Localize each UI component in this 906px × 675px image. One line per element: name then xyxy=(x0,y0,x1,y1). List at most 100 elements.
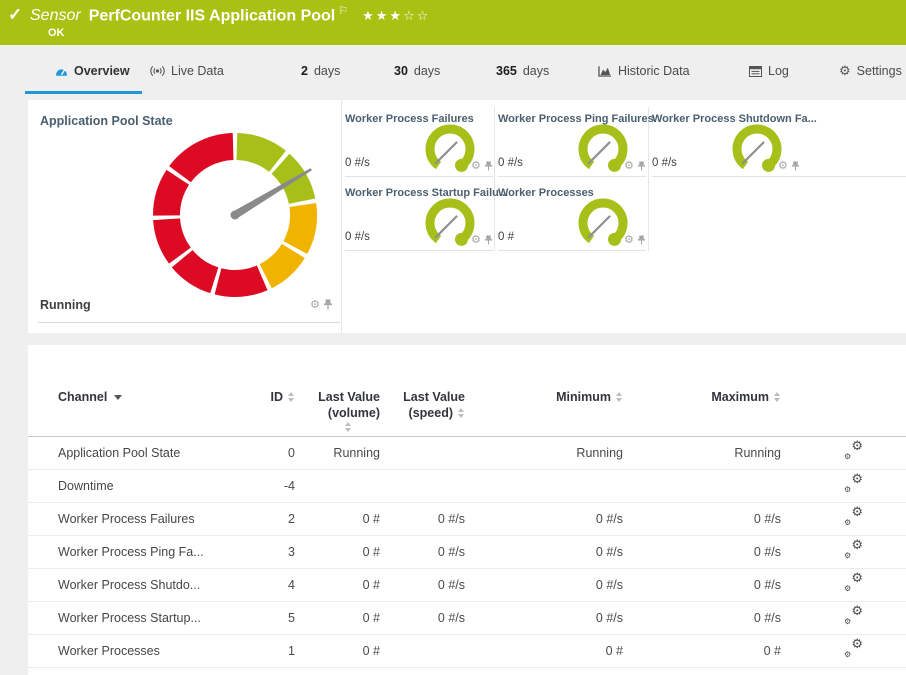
channel-id: 5 xyxy=(258,611,295,625)
priority-stars[interactable]: ★★★☆☆ xyxy=(362,9,430,24)
chart-icon xyxy=(598,65,612,77)
flag-icon[interactable]: ⚐ xyxy=(338,4,348,17)
pin-icon[interactable] xyxy=(637,235,646,245)
table-row-worker-process-startup[interactable]: Worker Process Startup...50 #0 #/s0 #/s0… xyxy=(28,602,906,635)
tab-number: 30 xyxy=(394,64,408,78)
gear-icon[interactable]: ⚙ xyxy=(471,160,481,171)
tab-number: 365 xyxy=(496,64,517,78)
channel-name[interactable]: Worker Process Shutdo... xyxy=(28,578,258,592)
gear-icon[interactable]: ⚙ xyxy=(624,234,634,245)
last-value-speed: 0 #/s xyxy=(380,611,465,625)
maximum-value: Running xyxy=(623,446,781,460)
gauge-value: 0 #/s xyxy=(498,157,523,169)
status-check-icon: ✓ xyxy=(8,5,22,25)
tab-settings[interactable]: ⚙Settings xyxy=(839,45,902,97)
divider xyxy=(648,107,649,251)
sensor-kind-label: Sensor xyxy=(30,7,81,24)
col-header-channel[interactable]: Channel xyxy=(28,345,258,436)
minimum-value: 0 #/s xyxy=(465,611,623,625)
table-row-worker-process-failures[interactable]: Worker Process Failures20 #0 #/s0 #/s0 #… xyxy=(28,503,906,536)
col-header-id[interactable]: ID xyxy=(258,345,295,436)
pin-icon[interactable] xyxy=(323,299,333,310)
minimum-value: 0 #/s xyxy=(465,512,623,526)
gauge-dial xyxy=(422,195,478,256)
col-header-last-value-volume[interactable]: Last Value (volume) xyxy=(295,345,380,436)
gear-icon[interactable]: ⚙ xyxy=(471,234,481,245)
table-row-downtime[interactable]: Downtime-4 ⚙⚙ xyxy=(28,470,906,503)
tab-live-data[interactable]: Live Data xyxy=(150,45,224,97)
pin-icon[interactable] xyxy=(637,161,646,171)
gauge-tile-worker-process-ping-failures[interactable]: Worker Process Ping Failures0 #/s⚙ xyxy=(498,107,646,177)
tab-2-days[interactable]: 2days xyxy=(301,45,340,97)
channel-settings-icon[interactable]: ⚙⚙ xyxy=(843,641,863,658)
gear-icon[interactable]: ⚙ xyxy=(310,299,320,310)
pin-icon[interactable] xyxy=(484,235,493,245)
tab-30-days[interactable]: 30days xyxy=(394,45,440,97)
maximum-value: 0 #/s xyxy=(623,611,781,625)
page-title: PerfCounter IIS Application Pool xyxy=(89,7,336,24)
last-value-speed: 0 #/s xyxy=(380,578,465,592)
gauge-dial xyxy=(575,121,631,182)
tab-log[interactable]: Log xyxy=(749,45,789,97)
main-gauge-value: Running xyxy=(40,298,91,312)
tab-number: 2 xyxy=(301,64,308,78)
table-body: Application Pool State0RunningRunningRun… xyxy=(28,437,906,668)
pin-icon[interactable] xyxy=(791,161,800,171)
tab-label: Log xyxy=(768,64,789,78)
col-header-maximum[interactable]: Maximum xyxy=(623,345,781,436)
tab-overview[interactable]: Overview xyxy=(55,45,130,97)
sensor-title-line: Sensor PerfCounter IIS Application Pool⚐ ★… xyxy=(30,4,430,25)
main-gauge-actions: ⚙ xyxy=(310,299,333,310)
minimum-value: 0 #/s xyxy=(465,545,623,559)
channel-name[interactable]: Worker Process Startup... xyxy=(28,611,258,625)
table-row-application-pool-state[interactable]: Application Pool State0RunningRunningRun… xyxy=(28,437,906,470)
pin-icon[interactable] xyxy=(484,161,493,171)
channel-settings-icon[interactable]: ⚙⚙ xyxy=(843,542,863,559)
table-row-worker-process-shutdo[interactable]: Worker Process Shutdo...40 #0 #/s0 #/s0 … xyxy=(28,569,906,602)
channel-settings-icon[interactable]: ⚙⚙ xyxy=(843,608,863,625)
tab-label: Historic Data xyxy=(618,64,690,78)
channel-settings-icon[interactable]: ⚙⚙ xyxy=(843,476,863,493)
gauge-dial xyxy=(729,121,785,182)
maximum-value: 0 #/s xyxy=(623,512,781,526)
sort-arrows-icon xyxy=(288,392,295,402)
main-gauge-title: Application Pool State xyxy=(40,114,173,128)
table-row-worker-processes[interactable]: Worker Processes10 #0 #0 #⚙⚙ xyxy=(28,635,906,668)
last-value-volume: 0 # xyxy=(295,545,380,559)
channel-settings-icon[interactable]: ⚙⚙ xyxy=(843,575,863,592)
gear-icon[interactable]: ⚙ xyxy=(778,160,788,171)
sensor-status-header: ✓ Sensor PerfCounter IIS Application Pool… xyxy=(0,0,906,45)
gauge-dial xyxy=(422,121,478,182)
channel-name[interactable]: Worker Processes xyxy=(28,644,258,658)
divider xyxy=(38,322,340,323)
maximum-value: 0 # xyxy=(623,644,781,658)
channel-settings-icon[interactable]: ⚙⚙ xyxy=(843,443,863,460)
sort-arrows-icon xyxy=(458,408,465,418)
channel-settings-icon[interactable]: ⚙⚙ xyxy=(843,509,863,526)
tab-historic-data[interactable]: Historic Data xyxy=(598,45,690,97)
col-header-minimum[interactable]: Minimum xyxy=(465,345,623,436)
tab-label: Live Data xyxy=(171,64,224,78)
gauge-tile-worker-processes[interactable]: Worker Processes0 #⚙ xyxy=(498,181,646,251)
gauge-value: 0 #/s xyxy=(345,231,370,243)
gauge-tile-worker-process-failures[interactable]: Worker Process Failures0 #/s⚙ xyxy=(345,107,493,177)
channel-name[interactable]: Application Pool State xyxy=(28,446,258,460)
col-header-last-value-speed[interactable]: Last Value (speed) xyxy=(380,345,465,436)
application-pool-state-gauge[interactable] xyxy=(150,130,320,305)
gear-icon[interactable]: ⚙ xyxy=(624,160,634,171)
table-row-worker-process-ping-fa[interactable]: Worker Process Ping Fa...30 #0 #/s0 #/s0… xyxy=(28,536,906,569)
tab-365-days[interactable]: 365days xyxy=(496,45,549,97)
tab-label: Overview xyxy=(74,64,130,78)
channel-id: 2 xyxy=(258,512,295,526)
gauge-tile-worker-process-startup-failu[interactable]: Worker Process Startup Failu...0 #/s⚙ xyxy=(345,181,493,251)
channel-id: -4 xyxy=(258,479,295,493)
prtg-sensor-page: ✓ Sensor PerfCounter IIS Application Pool… xyxy=(0,0,906,675)
maximum-value: 0 #/s xyxy=(623,578,781,592)
gauge-actions: ⚙ xyxy=(624,160,646,171)
channel-name[interactable]: Downtime xyxy=(28,479,258,493)
gauge-tile-worker-process-shutdown-fa[interactable]: Worker Process Shutdown Fa...0 #/s⚙ xyxy=(652,107,906,177)
gauge-value: 0 # xyxy=(498,231,514,243)
channel-name[interactable]: Worker Process Failures xyxy=(28,512,258,526)
sort-arrows-icon xyxy=(345,422,352,432)
channel-name[interactable]: Worker Process Ping Fa... xyxy=(28,545,258,559)
